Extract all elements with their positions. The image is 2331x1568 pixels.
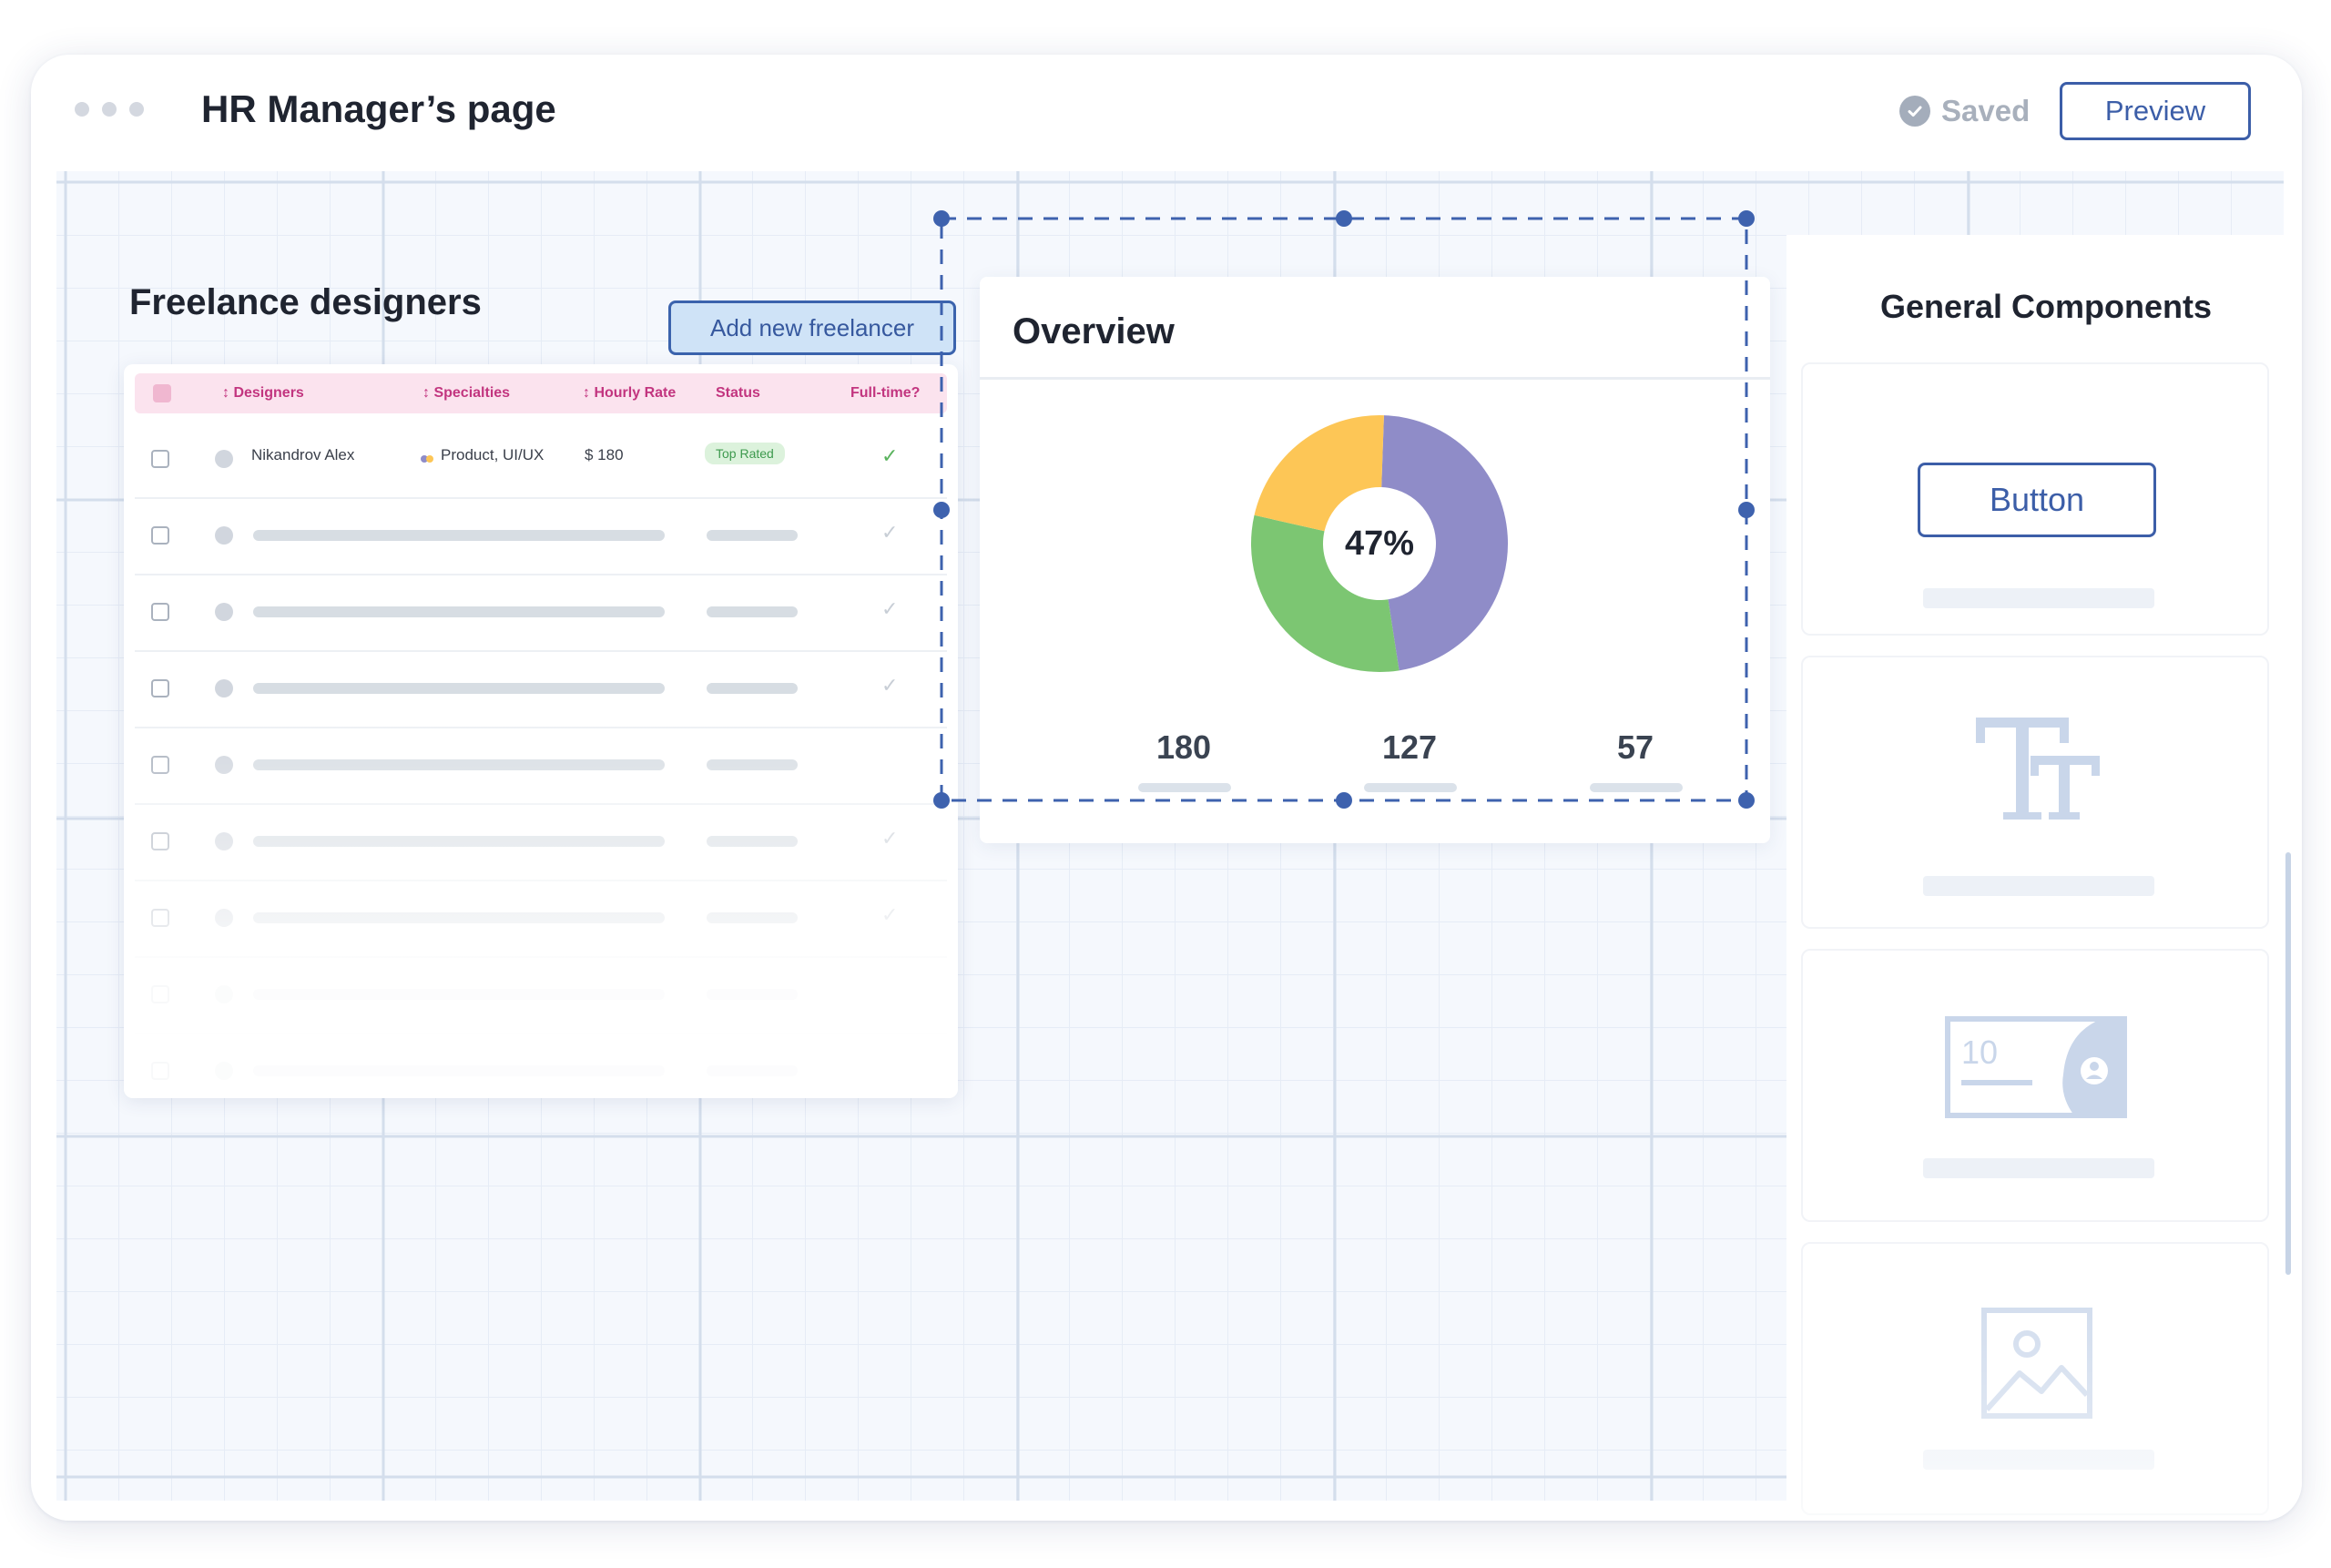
column-header-status[interactable]: Status — [716, 373, 760, 413]
designer-specialties: Product, UI/UX — [441, 446, 544, 464]
components-panel-title: General Components — [1786, 288, 2302, 326]
designer-name: Nikandrov Alex — [251, 446, 354, 464]
component-label-bar — [1923, 1158, 2154, 1178]
component-card-button[interactable]: Button — [1801, 362, 2269, 636]
overview-donut-chart: 47% — [1247, 412, 1512, 676]
column-header-label: Hourly Rate — [594, 385, 676, 401]
placeholder-bar — [707, 683, 798, 694]
column-header-designers[interactable]: ↕ Designers — [222, 373, 304, 413]
avatar — [215, 679, 233, 697]
stat-value: 57 — [1572, 728, 1699, 767]
stat-placeholder-bar — [1590, 783, 1683, 792]
stat-placeholder-bar — [1138, 783, 1231, 792]
placeholder-bar — [707, 606, 798, 617]
full-time-check-icon: ✓ — [881, 444, 898, 468]
overview-widget[interactable]: Overview 47% 180 127 57 — [980, 277, 1770, 843]
status-badge: Top Rated — [705, 443, 785, 464]
button-component-preview[interactable]: Button — [1918, 463, 2156, 537]
saved-label: Saved — [1941, 94, 2030, 128]
table-row[interactable]: Nikandrov Alex Product, UI/UX $ 180 Top … — [135, 421, 947, 499]
column-header-full-time[interactable]: Full-time? — [850, 373, 920, 413]
window-dot[interactable] — [75, 102, 89, 117]
designer-hourly-rate: $ 180 — [585, 446, 624, 464]
stat-value: 180 — [1120, 728, 1247, 767]
donut-center-label: 47% — [1247, 412, 1512, 676]
stat-value: 127 — [1346, 728, 1473, 767]
column-header-label: Designers — [233, 385, 303, 401]
placeholder-bar — [253, 530, 665, 541]
column-header-specialties[interactable]: ↕ Specialties — [422, 373, 510, 413]
row-checkbox[interactable] — [151, 603, 169, 621]
select-all-checkbox[interactable] — [153, 384, 171, 402]
add-freelancer-button[interactable]: Add new freelancer — [668, 300, 956, 355]
table-row[interactable]: ✓ — [135, 497, 947, 575]
full-time-check-icon: ✓ — [881, 674, 898, 697]
row-checkbox[interactable] — [151, 450, 169, 468]
app-window: HR Manager’s page Saved Preview — [31, 55, 2302, 1521]
window-dot[interactable] — [102, 102, 117, 117]
table-fade-overlay — [124, 710, 958, 1098]
page-title: HR Manager’s page — [201, 87, 556, 131]
component-card-input[interactable]: 10 — [1801, 949, 2269, 1222]
column-header-hourly-rate[interactable]: ↕ Hourly Rate — [583, 373, 676, 413]
window-dot[interactable] — [129, 102, 144, 117]
full-time-check-icon: ✓ — [881, 597, 898, 621]
component-label-bar — [1923, 588, 2154, 608]
avatar — [215, 450, 233, 468]
components-panel: General Components Button — [1786, 235, 2302, 1521]
components-scrollbar[interactable] — [2285, 852, 2291, 1275]
component-card-text[interactable] — [1801, 656, 2269, 929]
overview-title: Overview — [1013, 311, 1175, 352]
placeholder-bar — [707, 530, 798, 541]
avatar — [215, 526, 233, 545]
input-sample-value: 10 — [1961, 1033, 1998, 1071]
saved-status: Saved — [1899, 93, 2030, 129]
table-widget-title: Freelance designers — [129, 282, 482, 323]
placeholder-bar — [253, 606, 665, 617]
component-label-bar — [1923, 876, 2154, 896]
input-icon: 10 — [1945, 1016, 2127, 1118]
overview-divider — [980, 377, 1770, 380]
specialty-dots-icon — [421, 454, 433, 463]
check-circle-icon — [1899, 96, 1930, 127]
row-checkbox[interactable] — [151, 526, 169, 545]
table-row[interactable]: ✓ — [135, 574, 947, 652]
column-header-label: Specialties — [433, 385, 510, 401]
avatar — [215, 603, 233, 621]
full-time-check-icon: ✓ — [881, 521, 898, 545]
text-icon — [1976, 718, 2100, 823]
window-controls — [75, 102, 144, 117]
panel-fade-overlay — [1786, 1200, 2302, 1521]
row-checkbox[interactable] — [151, 679, 169, 697]
table-header: ↕ Designers ↕ Specialties ↕ Hourly Rate … — [135, 373, 947, 413]
placeholder-bar — [253, 683, 665, 694]
stat-placeholder-bar — [1364, 783, 1457, 792]
preview-button[interactable]: Preview — [2060, 82, 2251, 140]
freelancers-table: ↕ Designers ↕ Specialties ↕ Hourly Rate … — [124, 364, 958, 1098]
